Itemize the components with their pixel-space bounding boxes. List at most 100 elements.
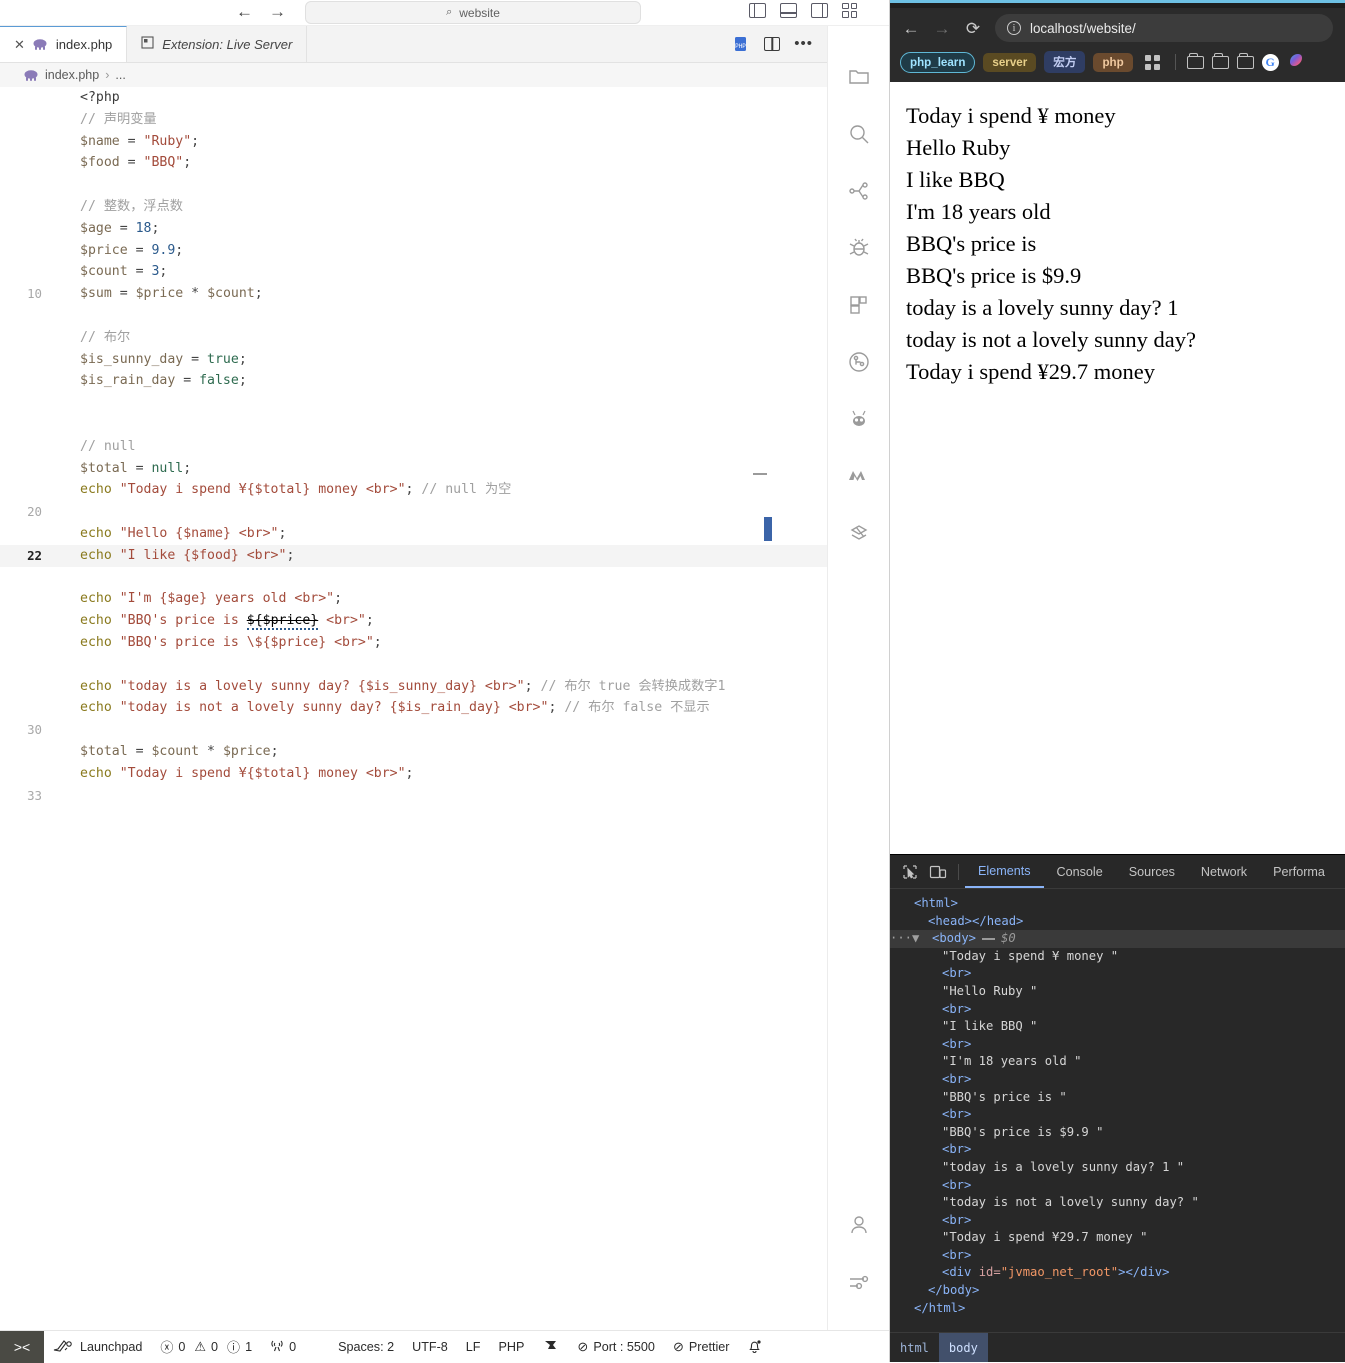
dom-node[interactable]: <br> — [890, 1071, 1345, 1089]
code-line[interactable] — [0, 305, 827, 327]
problems-button[interactable]: ⓧ 0 ⚠ 0 ⓘ 1 — [151, 1331, 261, 1363]
code-line[interactable]: $price = 9.9; — [0, 240, 827, 262]
browser-back-icon[interactable]: ← — [902, 20, 920, 37]
dom-node[interactable]: <br> — [890, 1177, 1345, 1195]
dom-node[interactable]: <html> — [890, 895, 1345, 913]
tab-index-php[interactable]: ✕ index.php — [0, 26, 128, 62]
toggle-panel-icon[interactable] — [780, 3, 797, 18]
code-line[interactable]: $total = $count * $price; — [0, 741, 827, 763]
tabnine-icon[interactable] — [533, 1331, 568, 1363]
folder-icon[interactable] — [1236, 52, 1254, 69]
dom-tree[interactable]: <html> <head></head> ···▼ <body> $0 "Today i … — [890, 889, 1345, 1332]
dom-node[interactable]: "BBQ's price is $9.9 " — [890, 1124, 1345, 1142]
language-mode-button[interactable]: PHP — [490, 1331, 534, 1363]
dom-node[interactable]: </html> — [890, 1300, 1345, 1318]
explorer-icon[interactable] — [828, 48, 890, 105]
customize-layout-icon[interactable] — [842, 3, 859, 18]
copilot-icon[interactable] — [1287, 51, 1305, 74]
folder-icon[interactable] — [1211, 52, 1229, 69]
breadcrumb-rest[interactable]: ... — [115, 68, 125, 82]
apps-grid-icon[interactable] — [1144, 54, 1160, 70]
git-graph-icon[interactable] — [828, 333, 890, 390]
code-line[interactable]: <?php — [0, 87, 827, 109]
code-line[interactable]: echo "BBQ's price is ${$price} <br>"; — [0, 610, 827, 632]
indentation-button[interactable]: Spaces: 2 — [329, 1331, 403, 1363]
dom-node[interactable]: "Hello Ruby " — [890, 983, 1345, 1001]
dom-node[interactable]: <div id= "jvmao_net_root" ></div> — [890, 1264, 1345, 1282]
code-line[interactable]: 10 $sum = $price * $count; — [0, 283, 827, 305]
dom-node[interactable]: <br> — [890, 1212, 1345, 1230]
dom-node[interactable]: "Today i spend ¥29.7 money " — [890, 1229, 1345, 1247]
dom-node[interactable]: "Today i spend ¥ money " — [890, 948, 1345, 966]
browser-address-bar[interactable]: i localhost/website/ — [995, 14, 1333, 42]
launchpad-button[interactable]: Launchpad — [44, 1331, 151, 1363]
dom-node[interactable]: "I like BBQ " — [890, 1018, 1345, 1036]
devtools-tab-performance[interactable]: Performa — [1260, 855, 1338, 888]
dom-node[interactable]: "I'm 18 years old " — [890, 1053, 1345, 1071]
dom-node[interactable]: <br> — [890, 965, 1345, 983]
live-server-port-button[interactable]: ⊘ Port : 5500 — [568, 1331, 664, 1363]
dom-node[interactable]: "today is a lovely sunny day? 1 " — [890, 1159, 1345, 1177]
code-line[interactable]: echo "Today i spend ¥{$total} money <br>… — [0, 479, 827, 501]
devtools-tab-sources[interactable]: Sources — [1116, 855, 1188, 888]
code-line[interactable]: $age = 18; — [0, 218, 827, 240]
editor-scrollbar-thumb[interactable] — [764, 517, 772, 541]
code-line[interactable]: echo "Hello {$name} <br>"; — [0, 523, 827, 545]
ant-design-icon[interactable] — [828, 390, 890, 447]
code-line[interactable]: $total = null; — [0, 458, 827, 480]
toggle-secondary-sidebar-icon[interactable] — [811, 3, 828, 18]
bookmark-php[interactable]: php — [1093, 52, 1133, 72]
bookmark-hongfang[interactable]: 宏方 — [1044, 51, 1086, 73]
source-control-icon[interactable] — [828, 162, 890, 219]
dom-node[interactable]: <br> — [890, 1106, 1345, 1124]
more-actions-icon[interactable]: ••• — [794, 36, 813, 51]
devtools-tab-elements[interactable]: Elements — [965, 855, 1044, 888]
dom-node[interactable]: <br> — [890, 1036, 1345, 1054]
code-line[interactable]: $is_sunny_day = true; — [0, 349, 827, 371]
dom-node[interactable]: ···▼ <body> $0 — [890, 930, 1345, 948]
split-editor-icon[interactable] — [764, 37, 781, 51]
code-line[interactable]: echo "Today i spend ¥{$total} money <br>… — [0, 763, 827, 785]
code-line[interactable]: echo "today is not a lovely sunny day? {… — [0, 697, 827, 719]
dom-node[interactable]: <br> — [890, 1247, 1345, 1265]
nav-back-button[interactable]: ← — [236, 2, 253, 22]
remote-explorer-icon[interactable] — [828, 504, 890, 561]
search-icon[interactable] — [828, 105, 890, 162]
extensions-icon[interactable] — [828, 276, 890, 333]
code-line[interactable] — [0, 567, 827, 589]
prettier-button[interactable]: ⊘ Prettier — [664, 1331, 739, 1363]
code-line[interactable]: 22 echo "I like {$food} <br>"; — [0, 544, 827, 567]
php-preview-icon[interactable]: PHP — [733, 36, 750, 53]
code-line[interactable]: // 整数，浮点数 — [0, 196, 827, 218]
code-line[interactable]: 30 — [0, 719, 827, 741]
close-icon[interactable]: ✕ — [14, 38, 25, 51]
code-line[interactable]: // null — [0, 436, 827, 458]
browser-forward-icon[interactable]: → — [933, 20, 951, 37]
toggle-primary-sidebar-icon[interactable] — [749, 3, 766, 18]
code-line[interactable]: // 声明变量 — [0, 109, 827, 131]
code-line[interactable] — [0, 174, 827, 196]
code-line[interactable]: // 布尔 — [0, 327, 827, 349]
devtools-tab-console[interactable]: Console — [1044, 855, 1116, 888]
encoding-button[interactable]: UTF-8 — [403, 1331, 457, 1363]
settings-icon[interactable] — [828, 1253, 890, 1310]
browser-tab-strip[interactable] — [890, 0, 1345, 8]
tab-extension-live-server[interactable]: Extension: Live Server — [127, 26, 308, 62]
marscode-icon[interactable] — [828, 447, 890, 504]
code-line[interactable]: 20 — [0, 501, 827, 523]
breadcrumb-body[interactable]: body — [938, 1332, 988, 1362]
code-line[interactable]: 33 — [0, 785, 827, 807]
code-line[interactable]: $is_rain_day = false; — [0, 370, 827, 392]
eol-button[interactable]: LF — [457, 1331, 490, 1363]
dom-node[interactable]: </body> — [890, 1282, 1345, 1300]
site-info-icon[interactable]: i — [1007, 21, 1021, 35]
breadcrumb-html[interactable]: html — [890, 1333, 939, 1363]
code-line[interactable]: $food = "BBQ"; — [0, 152, 827, 174]
code-line[interactable] — [0, 654, 827, 676]
dom-node[interactable]: "BBQ's price is " — [890, 1089, 1345, 1107]
code-line[interactable] — [0, 414, 827, 436]
radio-tower-button[interactable]: 0 — [261, 1331, 305, 1363]
dom-node[interactable]: <head></head> — [890, 913, 1345, 931]
bookmark-server[interactable]: server — [983, 52, 1037, 72]
code-line[interactable]: $name = "Ruby"; — [0, 131, 827, 153]
